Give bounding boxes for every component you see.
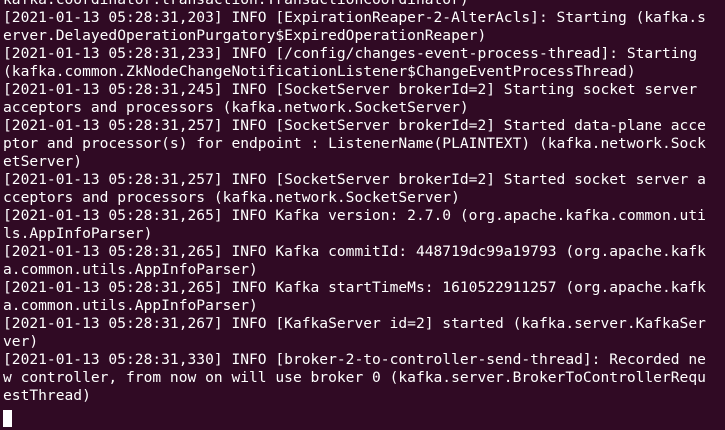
terminal-line: [2021-01-13 05:28:31,265] INFO Kafka ver…: [3, 207, 706, 224]
terminal-line: w controller, from now on will use broke…: [3, 369, 706, 386]
terminal-line: [2021-01-13 05:28:31,330] INFO [broker-2…: [3, 351, 706, 368]
terminal-line: kafka.coordinator.transaction.Transactio…: [3, 0, 706, 9]
terminal-window[interactable]: kafka.coordinator.transaction.Transactio…: [0, 0, 725, 430]
terminal-line: a.common.utils.AppInfoParser): [3, 261, 258, 278]
terminal-line: ls.AppInfoParser): [3, 225, 153, 242]
terminal-line: etServer): [3, 153, 83, 170]
terminal-line: erver.DelayedOperationPurgatory$ExpiredO…: [3, 27, 487, 44]
terminal-line: [2021-01-13 05:28:31,257] INFO [SocketSe…: [3, 117, 706, 134]
terminal-output: kafka.coordinator.transaction.Transactio…: [3, 0, 706, 405]
terminal-line: cceptors and processors (kafka.network.S…: [3, 189, 460, 206]
terminal-line: estThread): [3, 387, 91, 404]
terminal-line: ptor and processor(s) for endpoint : Lis…: [3, 135, 706, 152]
terminal-line: ver): [3, 333, 39, 350]
terminal-line: [2021-01-13 05:28:31,265] INFO Kafka sta…: [3, 279, 706, 296]
terminal-line: [2021-01-13 05:28:31,233] INFO [/config/…: [3, 45, 698, 62]
text-cursor: [3, 410, 12, 427]
terminal-line: acceptors and processors (kafka.network.…: [3, 99, 469, 116]
terminal-line: [2021-01-13 05:28:31,203] INFO [Expirati…: [3, 9, 706, 26]
terminal-line: [2021-01-13 05:28:31,257] INFO [SocketSe…: [3, 171, 706, 188]
terminal-line: a.common.utils.AppInfoParser): [3, 297, 258, 314]
terminal-line: (kafka.common.ZkNodeChangeNotificationLi…: [3, 63, 636, 80]
terminal-line: [2021-01-13 05:28:31,245] INFO [SocketSe…: [3, 81, 698, 98]
terminal-line: [2021-01-13 05:28:31,265] INFO Kafka com…: [3, 243, 706, 260]
terminal-line: [2021-01-13 05:28:31,267] INFO [KafkaSer…: [3, 315, 706, 332]
